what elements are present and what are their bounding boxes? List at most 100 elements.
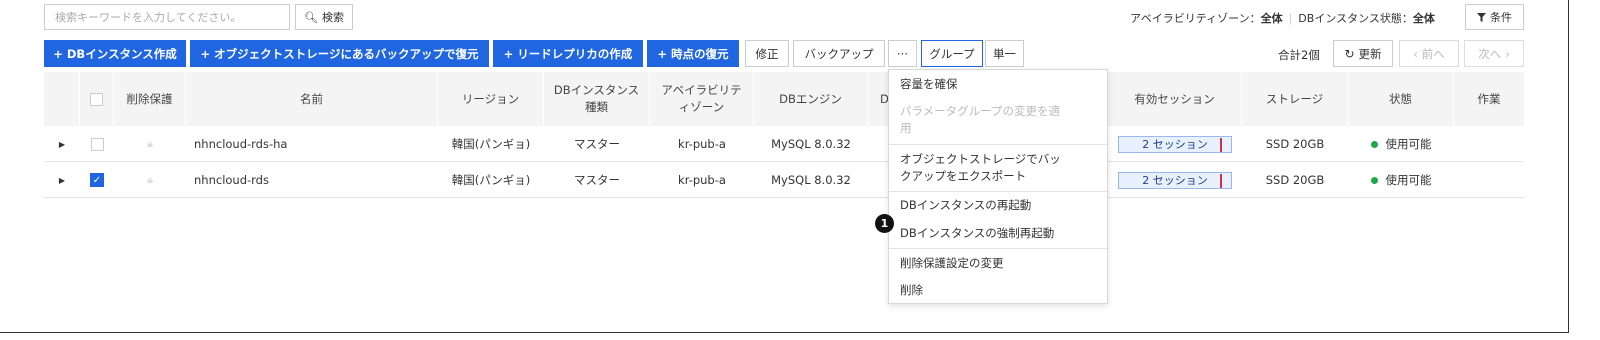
instance-region: 韓国(パンギョ)	[451, 173, 531, 187]
next-page-button[interactable]: 次へ ›	[1464, 40, 1524, 67]
status-ok-icon	[1370, 176, 1378, 184]
total-count: 合計2個	[1278, 48, 1320, 62]
search-icon: 🔍︎	[304, 10, 318, 24]
modify-label: 修正	[755, 46, 779, 61]
search-input[interactable]	[44, 4, 290, 30]
column-header-availability-zone[interactable]: アベイラビリティゾーン	[650, 72, 754, 126]
single-toggle-button[interactable]: 単一	[985, 40, 1024, 67]
instance-engine: MySQL 8.0.32	[771, 137, 851, 151]
expand-column-header	[44, 72, 80, 126]
column-header-name[interactable]: 名前	[186, 72, 438, 126]
backup-label: バックアップ	[804, 46, 874, 61]
filter-summary: アベイラビリティゾーン：全体 | DBインスタンス状態：全体	[1130, 10, 1435, 26]
create-instance-button[interactable]: + DBインスタンス作成	[44, 40, 186, 67]
create-read-replica-button[interactable]: + リードレプリカの作成	[493, 40, 643, 67]
restore-from-storage-button[interactable]: + オブジェクトストレージにあるバックアップで復元	[190, 40, 489, 67]
status-ok-icon	[1370, 140, 1378, 148]
instance-storage: SSD 20GB	[1265, 173, 1325, 187]
plus-icon: +	[503, 46, 514, 61]
prev-page-button[interactable]: ‹ 前へ	[1399, 40, 1459, 67]
active-sessions-text: 2 セッション	[1142, 174, 1208, 187]
filter-icon	[1477, 12, 1486, 22]
condition-button-label: 条件	[1490, 11, 1512, 24]
group-toggle-label: グループ	[929, 46, 975, 61]
point-in-time-restore-label: 時点の復元	[671, 46, 729, 61]
active-sessions-bar: 2 セッション	[1118, 135, 1232, 153]
column-header-db-engine[interactable]: DBエンジン	[754, 72, 868, 126]
callout-marker: 1	[875, 214, 894, 233]
search-button-label: 検索	[321, 11, 344, 24]
filter-divider: |	[1288, 12, 1293, 25]
prev-page-label: 前へ	[1421, 46, 1445, 61]
column-header-active-sessions[interactable]: 有効セッション	[1108, 72, 1242, 126]
instance-name[interactable]: nhncloud-rds-ha	[194, 126, 438, 162]
state-filter-value: 全体	[1412, 12, 1435, 25]
active-sessions-text: 2 セッション	[1142, 138, 1208, 151]
next-page-label: 次へ	[1478, 46, 1502, 61]
lock-icon: 🔒︎	[147, 173, 153, 186]
table-row[interactable]: ▶ ✓ 🔒︎ nhncloud-rds 韓国(パンギョ) マスター kr-pub…	[44, 162, 1524, 198]
group-toggle-button[interactable]: グループ	[921, 40, 983, 67]
refresh-label: 更新	[1358, 46, 1382, 61]
instance-type: マスター	[574, 173, 620, 187]
more-actions-label: ···	[897, 46, 908, 61]
menu-item-force-restart-instance[interactable]: DBインスタンスの強制再起動	[900, 225, 1100, 242]
state-filter-label: DBインスタンス状態：	[1298, 12, 1413, 25]
table-header: 削除保護 名前 リージョン DBインスタンス種類 アベイラビリティゾーン DBエ…	[44, 72, 1524, 126]
lock-icon: 🔒︎	[147, 137, 153, 150]
active-sessions-bar: 2 セッション	[1118, 171, 1232, 189]
menu-item-secure-capacity[interactable]: 容量を確保	[900, 76, 1100, 93]
point-in-time-restore-button[interactable]: + 時点の復元	[647, 40, 739, 67]
menu-divider	[889, 144, 1107, 145]
row-checkbox-checked[interactable]: ✓	[90, 173, 104, 187]
menu-item-apply-parameter-group[interactable]: パラメータグループの変更を適用	[900, 103, 1070, 137]
select-all-cell	[80, 72, 114, 126]
instance-name[interactable]: nhncloud-rds	[194, 162, 438, 198]
menu-divider	[889, 191, 1107, 192]
caret-right-icon[interactable]: ▶	[59, 140, 65, 149]
plus-icon: +	[53, 46, 63, 61]
single-toggle-label: 単一	[993, 46, 1016, 61]
caret-right-icon[interactable]: ▶	[59, 176, 65, 185]
session-threshold-marker	[1220, 173, 1222, 188]
create-instance-label: DBインスタンス作成	[66, 46, 177, 61]
instance-engine: MySQL 8.0.32	[771, 173, 851, 187]
instance-status: 使用可能	[1385, 137, 1432, 151]
chevron-left-icon: ‹	[1413, 46, 1418, 61]
more-actions-button[interactable]: ···	[888, 40, 917, 67]
menu-item-export-backup[interactable]: オブジェクトストレージでバックアップをエクスポート	[900, 151, 1070, 185]
modify-button[interactable]: 修正	[745, 40, 789, 67]
create-read-replica-label: リードレプリカの作成	[517, 46, 633, 61]
column-header-actions: 作業	[1477, 91, 1501, 106]
instance-zone: kr-pub-a	[678, 173, 726, 187]
refresh-button[interactable]: ↻ 更新	[1333, 40, 1393, 67]
instance-type: マスター	[574, 137, 620, 151]
instance-status: 使用可能	[1385, 173, 1432, 187]
restore-from-storage-label: オブジェクトストレージにあるバックアップで復元	[214, 46, 479, 61]
column-header-status[interactable]: 状態	[1348, 72, 1454, 126]
menu-item-delete[interactable]: 削除	[900, 282, 1100, 299]
refresh-icon: ↻	[1344, 46, 1355, 61]
menu-item-restart-instance[interactable]: DBインスタンスの再起動	[900, 197, 1100, 214]
session-threshold-marker	[1220, 137, 1222, 152]
instance-zone: kr-pub-a	[678, 137, 726, 151]
zone-filter-label: アベイラビリティゾーン：	[1130, 12, 1261, 25]
menu-divider	[889, 248, 1107, 249]
select-all-checkbox[interactable]	[90, 92, 103, 106]
column-header-instance-type[interactable]: DBインスタンス種類	[544, 72, 650, 126]
instance-region: 韓国(パンギョ)	[451, 137, 531, 151]
row-checkbox[interactable]	[90, 137, 104, 151]
chevron-right-icon: ›	[1505, 46, 1510, 61]
more-actions-menu: 容量を確保 パラメータグループの変更を適用 オブジェクトストレージでバックアップ…	[888, 69, 1108, 304]
plus-icon: +	[657, 46, 668, 61]
backup-button[interactable]: バックアップ	[793, 40, 885, 67]
plus-icon: +	[200, 46, 211, 61]
instance-storage: SSD 20GB	[1265, 137, 1325, 151]
menu-item-change-delete-protection[interactable]: 削除保護設定の変更	[900, 255, 1100, 272]
table-row[interactable]: ▶ 🔒︎ nhncloud-rds-ha 韓国(パンギョ) マスター kr-pu…	[44, 126, 1524, 162]
column-header-storage[interactable]: ストレージ	[1242, 72, 1348, 126]
condition-button[interactable]: 条件	[1465, 4, 1524, 30]
column-header-delete-protection[interactable]: 削除保護	[114, 72, 186, 126]
search-button[interactable]: 🔍︎ 検索	[295, 4, 353, 30]
column-header-region[interactable]: リージョン	[438, 72, 544, 126]
